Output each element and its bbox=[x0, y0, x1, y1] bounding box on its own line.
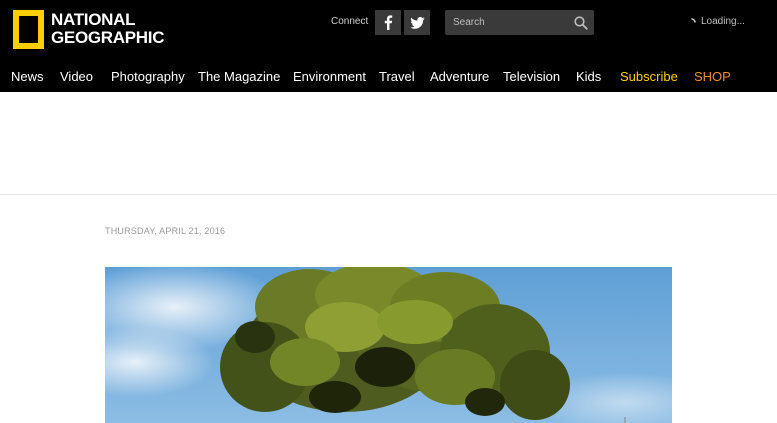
search-box bbox=[445, 10, 594, 35]
logo-wordmark: NATIONAL GEOGRAPHIC bbox=[51, 11, 164, 47]
connect-label: Connect bbox=[331, 16, 369, 27]
yellow-frame-icon bbox=[13, 10, 44, 49]
ad-banner-area bbox=[0, 92, 777, 195]
search-icon[interactable] bbox=[573, 15, 589, 31]
nav-item-kids[interactable]: Kids bbox=[576, 68, 601, 86]
national-geographic-logo[interactable]: NATIONAL GEOGRAPHIC bbox=[13, 10, 164, 50]
facebook-icon bbox=[384, 15, 393, 30]
twitter-button[interactable] bbox=[404, 10, 430, 35]
site-header: NATIONAL GEOGRAPHIC Connect Loading... N… bbox=[0, 0, 777, 92]
article-date: THURSDAY, APRIL 21, 2016 bbox=[105, 226, 226, 236]
logo-line-1: NATIONAL bbox=[51, 10, 136, 29]
nav-item-television[interactable]: Television bbox=[503, 68, 560, 86]
facebook-button[interactable] bbox=[375, 10, 401, 35]
search-input[interactable] bbox=[445, 10, 569, 35]
loading-indicator: Loading... bbox=[687, 16, 745, 28]
loading-text: Loading... bbox=[701, 16, 745, 27]
main-nav: News Video Photography The Magazine Envi… bbox=[0, 68, 777, 86]
nav-item-shop[interactable]: SHOP bbox=[694, 68, 731, 86]
spinner-icon bbox=[691, 17, 696, 23]
tree-photo bbox=[105, 267, 672, 423]
logo-line-2: GEOGRAPHIC bbox=[51, 28, 165, 47]
nav-item-environment[interactable]: Environment bbox=[293, 68, 366, 86]
nav-item-news[interactable]: News bbox=[11, 68, 44, 86]
nav-item-video[interactable]: Video bbox=[60, 68, 93, 86]
nav-item-photography[interactable]: Photography bbox=[111, 68, 185, 86]
nav-item-subscribe[interactable]: Subscribe bbox=[620, 68, 678, 86]
hero-image bbox=[105, 267, 672, 423]
nav-item-travel[interactable]: Travel bbox=[379, 68, 415, 86]
nav-item-adventure[interactable]: Adventure bbox=[430, 68, 489, 86]
twitter-icon bbox=[409, 16, 425, 29]
nav-item-the-magazine[interactable]: The Magazine bbox=[198, 68, 280, 86]
